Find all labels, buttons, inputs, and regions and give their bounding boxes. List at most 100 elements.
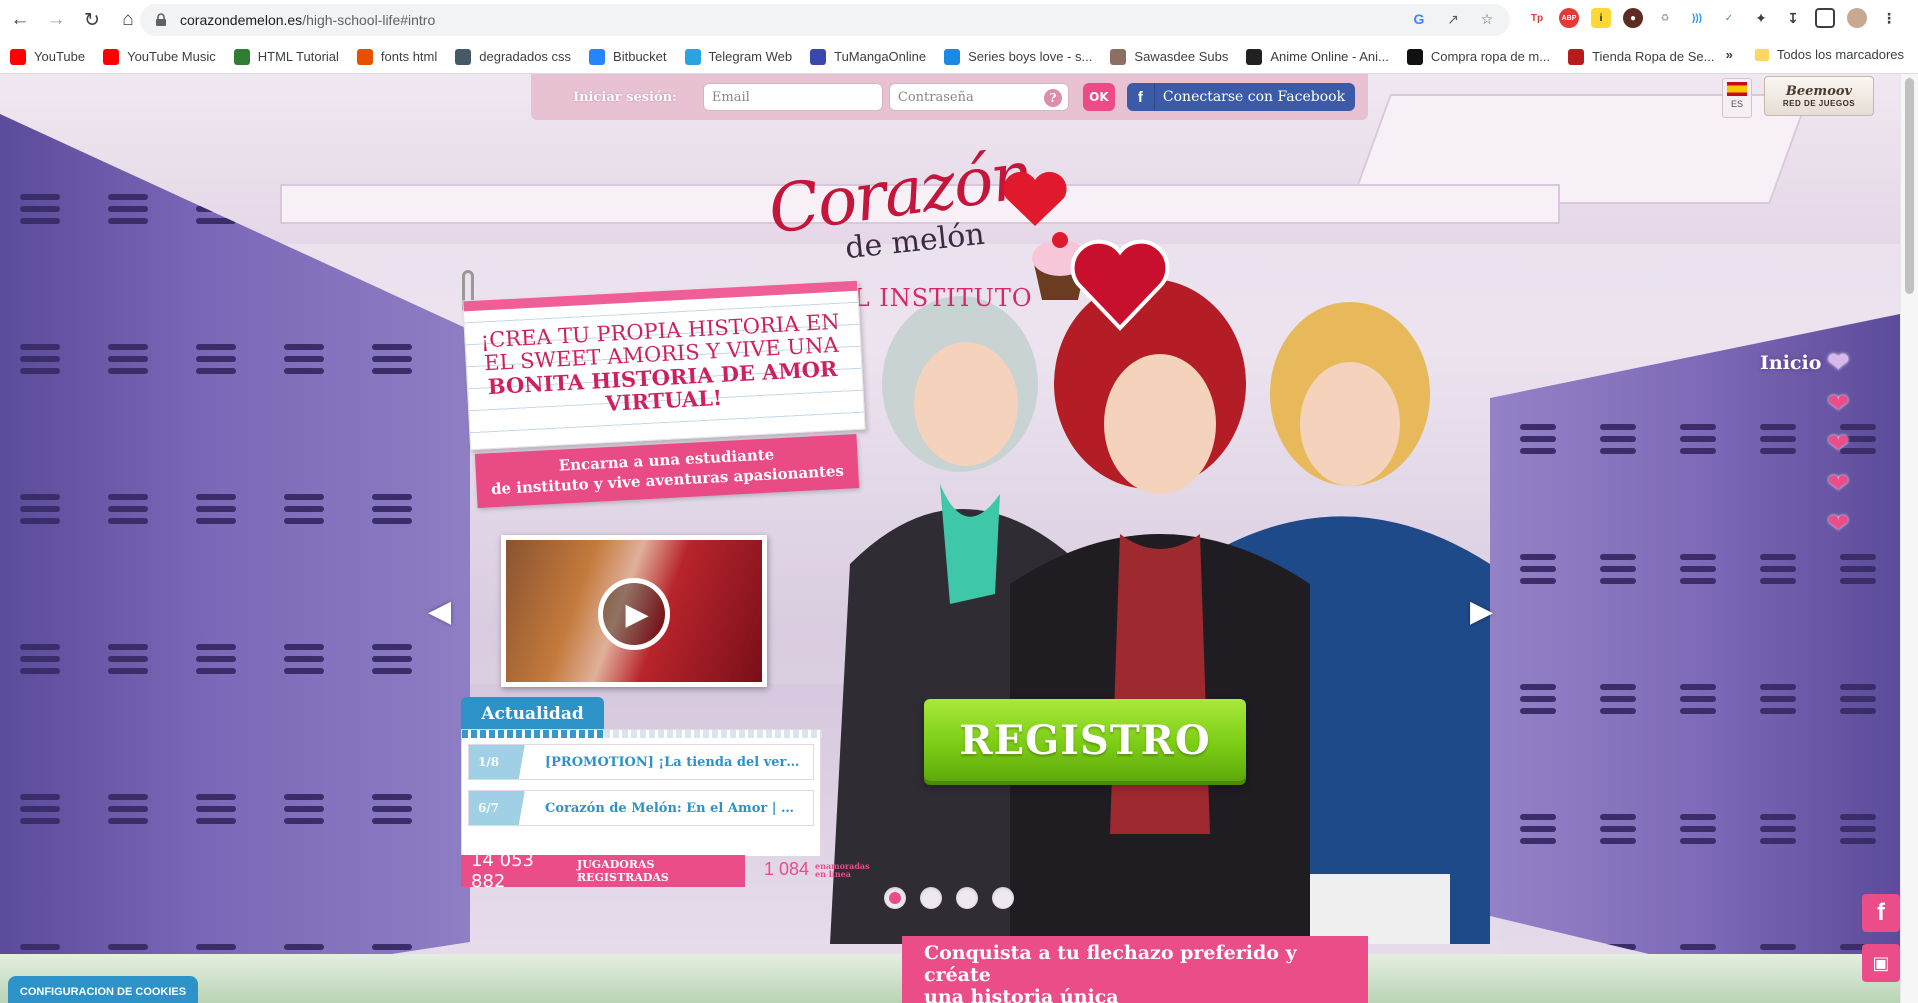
locker-vent [1760, 684, 1796, 690]
bookmark-item[interactable]: YouTube [10, 48, 86, 65]
locker-vent [196, 656, 236, 662]
news-item[interactable]: 6/7 Corazón de Melón: En el Amor | L... [468, 790, 814, 826]
nav-section-4-heart-icon[interactable]: ❤ [1827, 470, 1849, 496]
bookmark-item[interactable]: Series boys love - s... [944, 48, 1092, 65]
w3-icon [233, 48, 250, 65]
cookie-settings-button[interactable]: CONFIGURACION DE COOKIES [8, 976, 198, 1003]
bookmark-label: fonts html [380, 49, 438, 64]
extension-red-icon[interactable]: ● [1623, 8, 1643, 28]
locker-vent [1760, 944, 1796, 950]
wave-icon[interactable]: ))) [1687, 8, 1707, 28]
register-button[interactable]: REGISTRO [924, 699, 1246, 781]
sidepanel-icon[interactable] [1815, 8, 1835, 28]
locker-vent [20, 656, 60, 662]
extension-i-icon[interactable]: i [1591, 8, 1611, 28]
locker-vent [284, 506, 324, 512]
locker-vent [1520, 838, 1556, 844]
locker-vent [1840, 814, 1876, 820]
page-scrollbar[interactable] [1900, 74, 1918, 1003]
extension-tp-icon[interactable]: Tp [1527, 8, 1547, 28]
login-ok-button[interactable]: OK [1082, 83, 1115, 111]
chevron-more-icon[interactable]: » [1726, 47, 1733, 62]
nav-home-item[interactable]: Inicio ❤ [1760, 350, 1849, 376]
recycle-icon[interactable]: ♻ [1655, 8, 1675, 28]
locker-vent [1840, 554, 1876, 560]
forward-icon[interactable]: → [40, 4, 72, 36]
locker-vent [1600, 838, 1636, 844]
locker-vent [196, 806, 236, 812]
password-field[interactable]: Contraseña ? [888, 83, 1069, 111]
puzzle-icon[interactable]: ✦ [1751, 8, 1771, 28]
language-selector[interactable]: ES [1722, 78, 1752, 118]
instagram-social-icon[interactable]: ▣ [1862, 944, 1900, 982]
registered-label: JUGADORAS REGISTRADAS [576, 858, 669, 884]
password-placeholder: Contraseña [897, 89, 974, 105]
address-bar[interactable]: corazondemelon.es/high-school-life#intro… [140, 4, 1510, 36]
reload-icon[interactable]: ↻ [76, 4, 108, 36]
locker-vent [20, 194, 60, 200]
download-icon[interactable]: ↧ [1783, 8, 1803, 28]
carousel-next-arrow-icon[interactable]: ▶ [1470, 594, 1493, 629]
locker-vent [20, 794, 60, 800]
locker-vent [1760, 554, 1796, 560]
locker-vent [20, 368, 60, 374]
locker-vent [1680, 566, 1716, 572]
carousel-dot[interactable] [992, 887, 1014, 909]
bookmark-item[interactable]: fonts html [356, 48, 438, 65]
bookmark-item[interactable]: degradados css [455, 48, 571, 65]
play-icon[interactable]: ▶ [598, 578, 670, 650]
bookmark-item[interactable]: YouTube Music [103, 48, 216, 65]
carousel-prev-arrow-icon[interactable]: ◀ [428, 594, 451, 629]
carousel-dot[interactable] [884, 887, 906, 909]
bookmark-item[interactable]: Telegram Web [684, 48, 792, 65]
locker-vent [20, 818, 60, 824]
bookmark-item[interactable]: Sawasdee Subs [1110, 48, 1228, 65]
facebook-login-label: Conectarse con Facebook [1162, 89, 1346, 105]
bookmark-item[interactable]: TuMangaOnline [810, 48, 926, 65]
google-icon[interactable]: G [1410, 10, 1428, 28]
language-code: ES [1730, 99, 1743, 109]
locker-vent [1600, 708, 1636, 714]
bookmark-item[interactable]: HTML Tutorial [233, 48, 339, 65]
locker-vent [20, 494, 60, 500]
locker-vent [20, 668, 60, 674]
bookmark-item[interactable]: Anime Online - Ani... [1246, 48, 1389, 65]
star-icon[interactable]: ☆ [1478, 10, 1496, 28]
telegram-icon [684, 48, 701, 65]
bookmark-item[interactable]: Compra ropa de m... [1406, 48, 1551, 65]
bookmark-item[interactable]: Tienda Ropa de Se... [1568, 48, 1714, 65]
carousel-dot[interactable] [956, 887, 978, 909]
email-placeholder: Email [711, 89, 750, 105]
back-icon[interactable]: ← [4, 4, 36, 36]
facebook-social-icon[interactable]: f [1862, 894, 1900, 932]
password-help-icon[interactable]: ? [1043, 89, 1062, 107]
facebook-login-button[interactable]: f Conectarse con Facebook [1126, 83, 1356, 111]
section-nav: Inicio ❤ ❤ ❤ ❤ ❤ [1760, 350, 1849, 536]
carousel-dot[interactable] [920, 887, 942, 909]
news-tab[interactable]: Actualidad [461, 697, 604, 731]
trailer-video[interactable]: ▶ [501, 535, 767, 687]
menu-icon[interactable]: ⋮ [1879, 8, 1899, 28]
extension-green-icon[interactable]: ✓ [1719, 8, 1739, 28]
email-field[interactable]: Email [702, 83, 883, 111]
locker-vent [1600, 448, 1636, 454]
locker-vent [108, 506, 148, 512]
all-bookmarks[interactable]: » Todos los marcadores [1726, 47, 1904, 62]
profile-avatar[interactable] [1847, 8, 1867, 28]
video-thumbnail: ▶ [506, 540, 762, 682]
bookmark-label: Compra ropa de m... [1430, 49, 1551, 64]
news-item[interactable]: 1/8 [PROMOTION] ¡La tienda del vera... [468, 744, 814, 780]
nav-section-2-heart-icon[interactable]: ❤ [1827, 390, 1849, 416]
youtube-music-icon [103, 48, 120, 65]
adblock-icon[interactable]: ABP [1559, 8, 1579, 28]
locker-vent [1760, 814, 1796, 820]
bookmark-item[interactable]: Bitbucket [589, 48, 667, 65]
nav-section-5-heart-icon[interactable]: ❤ [1827, 510, 1849, 536]
nav-section-3-heart-icon[interactable]: ❤ [1827, 430, 1849, 456]
games-network-button[interactable]: Beemoov RED DE JUEGOS [1764, 76, 1874, 116]
scrollbar-thumb[interactable] [1905, 78, 1914, 294]
share-icon[interactable]: ↗ [1444, 10, 1462, 28]
locker-vent [1680, 448, 1716, 454]
locker-vent [1840, 708, 1876, 714]
bookmark-label: YouTube [34, 49, 86, 64]
